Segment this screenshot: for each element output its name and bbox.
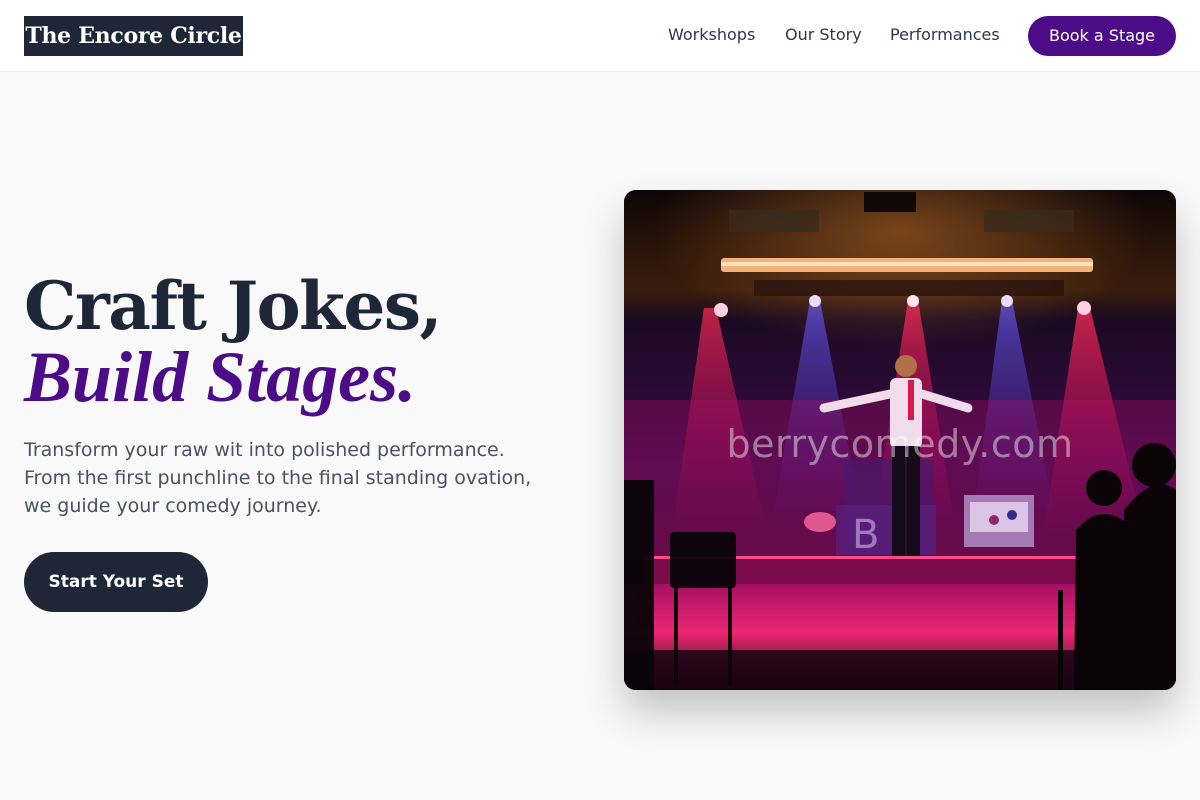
nav-link-workshops[interactable]: Workshops (668, 24, 755, 46)
nav-link-our-story[interactable]: Our Story (785, 24, 862, 46)
start-your-set-button[interactable]: Start Your Set (24, 552, 208, 612)
book-a-stage-button[interactable]: Book a Stage (1028, 16, 1176, 56)
hero-subtitle: Transform your raw wit into polished per… (24, 436, 544, 520)
hero-title-line-2: Build Stages. (24, 337, 417, 417)
hero-title-line-1: Craft Jokes, (24, 267, 443, 345)
site-header: The Encore Circle Workshops Our Story Pe… (0, 0, 1200, 72)
hero-subtitle-line: Transform your raw wit into polished per… (24, 439, 505, 461)
nav-link-performances[interactable]: Performances (890, 24, 1000, 46)
hero-subtitle-line: we guide your comedy journey. (24, 495, 322, 517)
photo-watermark: berrycomedy.com (726, 422, 1074, 466)
hero-stage-photo: B C berrycomedy.com (624, 190, 1176, 690)
hero-subtitle-line: From the first punchline to the final st… (24, 467, 532, 489)
brand-logo[interactable]: The Encore Circle (24, 16, 243, 56)
